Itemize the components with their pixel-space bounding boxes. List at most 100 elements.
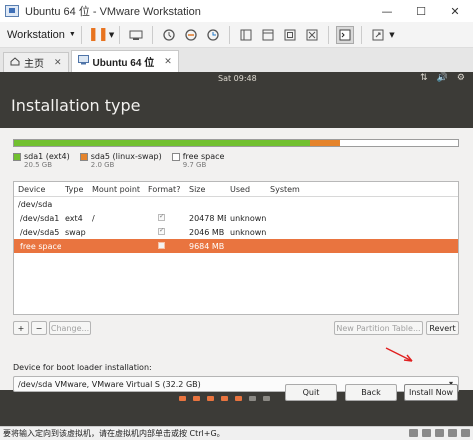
format-checkbox[interactable] bbox=[158, 213, 165, 221]
column-header-format[interactable]: Format? bbox=[144, 185, 185, 194]
close-icon[interactable]: ✕ bbox=[164, 56, 172, 67]
table-row[interactable]: /dev/sda1 ext4 / 20478 MB unknown bbox=[14, 211, 458, 225]
hard-disk-icon[interactable] bbox=[409, 429, 418, 437]
new-partition-table-button[interactable]: New Partition Table... bbox=[334, 321, 423, 335]
settings-icon[interactable]: ⚙ bbox=[457, 73, 465, 83]
legend-label: free space bbox=[182, 152, 225, 161]
close-button[interactable]: ✕ bbox=[438, 0, 472, 22]
column-header-system[interactable]: System bbox=[266, 185, 326, 194]
partition-table[interactable]: Device Type Mount point Format? Size Use… bbox=[13, 181, 459, 315]
snapshot-icon[interactable] bbox=[160, 26, 178, 44]
minimize-button[interactable]: — bbox=[370, 0, 404, 22]
maximize-button[interactable]: ☐ bbox=[404, 0, 438, 22]
legend-label: sda5 (linux-swap) bbox=[90, 152, 162, 161]
pause-dropdown-icon[interactable]: ▼ bbox=[109, 31, 114, 39]
vmware-app-icon bbox=[5, 5, 19, 17]
tab-bar: 主页 ✕ Ubuntu 64 位 ✕ bbox=[0, 48, 473, 72]
disk-segment-free bbox=[339, 140, 458, 146]
disk-usage-bar bbox=[13, 139, 459, 147]
progress-dot bbox=[207, 396, 214, 401]
vm-guest-screen[interactable]: Sat 09:48 ⇅ 🔊 ⚙ Installation type sda1 (… bbox=[0, 72, 473, 426]
table-header: Device Type Mount point Format? Size Use… bbox=[14, 182, 458, 197]
column-header-size[interactable]: Size bbox=[185, 185, 226, 194]
ubuntu-top-panel: Sat 09:48 ⇅ 🔊 ⚙ bbox=[0, 72, 473, 86]
cell-mount: / bbox=[92, 213, 95, 223]
chevron-down-icon: ▼ bbox=[68, 31, 76, 38]
legend-item-sda5: sda5 (linux-swap) 2.0 GB bbox=[79, 152, 162, 169]
legend-item-free: free space 9.7 GB bbox=[171, 152, 225, 169]
progress-dot bbox=[263, 396, 270, 401]
column-header-mount-point[interactable]: Mount point bbox=[88, 185, 144, 194]
legend-size: 9.7 GB bbox=[182, 161, 207, 169]
cell-used: unknown bbox=[230, 213, 266, 223]
format-cell bbox=[144, 213, 185, 223]
tab-ubuntu[interactable]: Ubuntu 64 位 ✕ bbox=[70, 50, 179, 72]
window-title: Ubuntu 64 位 - VMware Workstation bbox=[25, 6, 201, 18]
pause-icon[interactable]: ❚❚ bbox=[88, 26, 109, 44]
terminal-icon[interactable] bbox=[336, 25, 355, 44]
legend-size: 20.5 GB bbox=[24, 161, 53, 169]
cell-device: /dev/sda5 bbox=[20, 227, 60, 237]
column-header-type[interactable]: Type bbox=[61, 185, 88, 194]
stretch-icon[interactable] bbox=[369, 26, 387, 44]
volume-icon[interactable]: 🔊 bbox=[437, 73, 448, 83]
format-checkbox[interactable] bbox=[158, 241, 165, 249]
unity-icon[interactable] bbox=[303, 26, 321, 44]
legend-swatch bbox=[79, 152, 88, 161]
window-title-bar: Ubuntu 64 位 - VMware Workstation — ☐ ✕ bbox=[0, 0, 473, 22]
device-icons bbox=[409, 429, 470, 437]
full-screen-icon[interactable] bbox=[281, 26, 299, 44]
snapshot-manager-icon[interactable] bbox=[204, 26, 222, 44]
back-button[interactable]: Back bbox=[345, 384, 397, 401]
legend-label: sda1 (ext4) bbox=[24, 152, 70, 161]
page-title: Installation type bbox=[11, 96, 141, 115]
console-view-icon[interactable] bbox=[259, 26, 277, 44]
add-partition-button[interactable]: + bbox=[13, 321, 29, 335]
legend-swatch bbox=[13, 152, 21, 161]
cd-drive-icon[interactable] bbox=[422, 429, 431, 437]
disk-segment-sda1 bbox=[14, 140, 310, 146]
format-cell bbox=[144, 227, 185, 237]
cell-size: 9684 MB bbox=[189, 241, 225, 251]
disk-segment-sda5 bbox=[309, 140, 340, 146]
workstation-menu[interactable]: Workstation ▼ bbox=[7, 29, 76, 41]
usb-icon[interactable] bbox=[448, 429, 457, 437]
status-text: 要将输入定向到该虚拟机，请在虚拟机内部单击或按 Ctrl+G。 bbox=[3, 429, 225, 438]
workstation-menu-label: Workstation bbox=[7, 28, 65, 41]
cell-type: ext4 bbox=[65, 213, 83, 223]
format-checkbox[interactable] bbox=[158, 227, 165, 235]
network-icon[interactable]: ⇅ bbox=[420, 73, 428, 83]
send-keys-icon[interactable] bbox=[127, 26, 145, 44]
revert-button[interactable]: Revert bbox=[426, 321, 459, 335]
clock[interactable]: Sat 09:48 bbox=[218, 74, 257, 83]
installer-progress-dots bbox=[179, 396, 270, 401]
change-partition-button[interactable]: Change... bbox=[49, 321, 91, 335]
stretch-dropdown-icon[interactable]: ▼ bbox=[389, 31, 394, 39]
sidebar-toggle-icon[interactable] bbox=[237, 26, 255, 44]
cell-size: 2046 MB bbox=[189, 227, 225, 237]
cell-size: 20478 MB bbox=[189, 213, 226, 223]
legend-swatch bbox=[171, 152, 180, 161]
revert-snapshot-icon[interactable] bbox=[182, 26, 200, 44]
table-row[interactable]: /dev/sda bbox=[14, 197, 458, 211]
table-row[interactable]: /dev/sda5 swap 2046 MB unknown bbox=[14, 225, 458, 239]
column-header-device[interactable]: Device bbox=[14, 185, 61, 194]
table-body: /dev/sda/dev/sda1 ext4 / 20478 MB unknown/de… bbox=[14, 197, 458, 253]
sound-icon[interactable] bbox=[461, 429, 470, 437]
vm-icon bbox=[77, 55, 89, 68]
quit-button[interactable]: Quit bbox=[285, 384, 337, 401]
tab-home[interactable]: 主页 ✕ bbox=[3, 52, 69, 72]
network-adapter-icon[interactable] bbox=[435, 429, 444, 437]
close-icon[interactable]: ✕ bbox=[54, 57, 62, 68]
toolbar-divider bbox=[152, 25, 154, 44]
install-now-button[interactable]: Install Now bbox=[404, 384, 458, 401]
toolbar-divider bbox=[119, 25, 121, 44]
cell-device: /dev/sda1 bbox=[20, 213, 60, 223]
table-row[interactable]: free space 9684 MB bbox=[14, 239, 458, 253]
cell-type: swap bbox=[65, 227, 86, 237]
legend-item-sda1: sda1 (ext4) 20.5 GB bbox=[13, 152, 70, 169]
remove-partition-button[interactable]: − bbox=[31, 321, 47, 335]
cell-used: unknown bbox=[230, 227, 266, 237]
column-header-used[interactable]: Used bbox=[226, 185, 266, 194]
format-cell bbox=[144, 241, 185, 251]
